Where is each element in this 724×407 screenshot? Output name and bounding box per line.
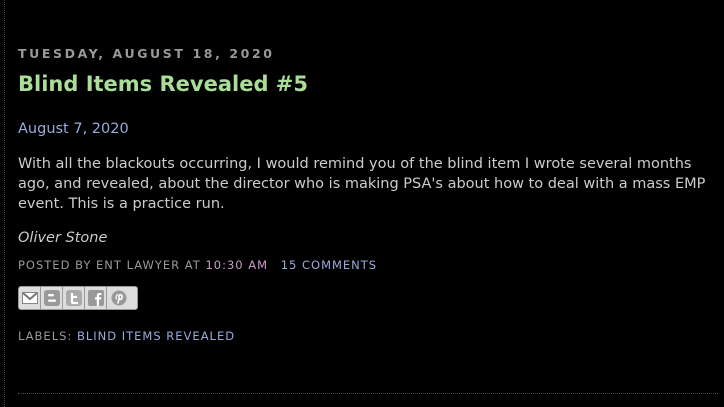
- twitter-icon: [65, 290, 82, 306]
- email-share-button[interactable]: [19, 287, 41, 309]
- twitter-share-button[interactable]: [63, 287, 85, 309]
- facebook-share-button[interactable]: [85, 287, 107, 309]
- pinterest-icon: [111, 290, 127, 306]
- post-title[interactable]: Blind Items Revealed #5: [18, 70, 718, 98]
- post-labels: LABELS: BLIND ITEMS REVEALED: [18, 328, 718, 344]
- sidebar-divider: [4, 0, 5, 407]
- posted-by-label: POSTED BY ENT LAWYER AT: [18, 258, 201, 272]
- post-body: With all the blackouts occurring, I woul…: [18, 156, 706, 212]
- blogger-icon: [43, 290, 60, 306]
- label-link[interactable]: BLIND ITEMS REVEALED: [77, 329, 235, 343]
- comments-link[interactable]: 15 COMMENTS: [281, 258, 377, 272]
- blogger-share-button[interactable]: [41, 287, 63, 309]
- labels-prefix: LABELS:: [18, 329, 73, 343]
- post-separator: [18, 393, 718, 394]
- email-icon: [21, 292, 38, 304]
- blog-post: TUESDAY, AUGUST 18, 2020 Blind Items Rev…: [18, 0, 718, 344]
- share-buttons: [18, 286, 138, 310]
- pinterest-share-button[interactable]: [107, 287, 131, 309]
- reveal-answer: Oliver Stone: [18, 230, 108, 246]
- post-footer: POSTED BY ENT LAWYER AT 10:30 AM 15 COMM…: [18, 257, 718, 273]
- facebook-icon: [87, 290, 104, 306]
- date-header: TUESDAY, AUGUST 18, 2020: [18, 46, 275, 61]
- post-timestamp-link[interactable]: 10:30 AM: [205, 258, 268, 272]
- post-date-line: August 7, 2020: [18, 121, 129, 137]
